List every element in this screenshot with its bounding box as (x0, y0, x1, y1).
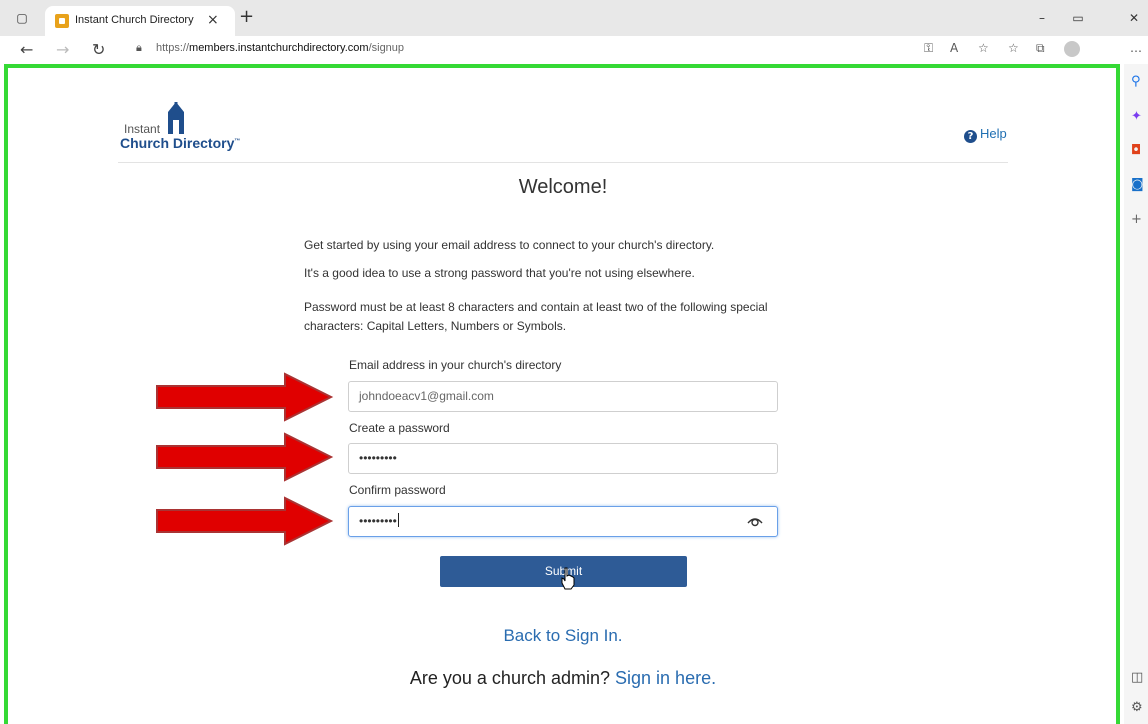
browser-toolbar: ← → ↻ 🔒︎ https://members.instantchurchdi… (0, 36, 1148, 64)
intro-text: Get started by using your email address … (304, 238, 715, 252)
logo-instant-text: Instant (124, 122, 161, 136)
url-text: https://members.instantchurchdirectory.c… (156, 42, 405, 54)
confirm-password-field[interactable]: ••••••••• (348, 506, 778, 537)
address-bar[interactable]: 🔒︎ https://members.instantchurchdirector… (126, 38, 908, 60)
admin-prompt: Are you a church admin? Sign in here. (0, 668, 1126, 689)
admin-sign-in-link[interactable]: Sign in here. (615, 668, 716, 688)
browser-tab-strip: ▢ Instant Church Directory × + – ▭ ✕ (0, 0, 1148, 36)
sparkle-icon[interactable]: ✦ (1131, 109, 1142, 124)
favorites-icon[interactable]: ☆ (1008, 41, 1019, 55)
annotation-arrow (156, 372, 334, 422)
favorite-add-icon[interactable]: ☆ (978, 41, 989, 55)
read-aloud-icon[interactable]: A (950, 41, 958, 55)
close-window-icon[interactable]: ✕ (1126, 10, 1142, 26)
church-logo-icon (168, 102, 184, 134)
edge-sidebar (1124, 64, 1148, 724)
settings-icon[interactable]: ⚙ (1131, 700, 1143, 715)
add-sidebar-icon[interactable]: + (1131, 212, 1142, 227)
favicon-icon (55, 14, 69, 28)
minimize-icon[interactable]: – (1034, 10, 1050, 26)
annotation-arrow (156, 496, 334, 546)
logo-church-text: Church Directory™ (120, 135, 241, 151)
tab-actions-icon[interactable]: ▢ (14, 10, 30, 26)
help-label: Help (980, 126, 1007, 141)
email-label: Email address in your church's directory (349, 358, 562, 372)
back-to-sign-in-link[interactable]: Back to Sign In. (0, 626, 1126, 646)
collections-icon[interactable]: ⧉ (1036, 41, 1045, 56)
refresh-icon[interactable]: ↻ (92, 40, 105, 59)
lock-icon: 🔒︎ (136, 41, 142, 54)
password-rules-text: Password must be at least 8 characters a… (304, 300, 768, 333)
header-divider (118, 162, 1008, 163)
annotation-arrow (156, 432, 334, 482)
search-icon[interactable]: ⚲ (1131, 74, 1141, 89)
help-link[interactable]: ? Help (964, 126, 1007, 143)
outlook-icon[interactable]: ◙ (1131, 177, 1144, 192)
new-tab-button[interactable]: + (239, 6, 254, 27)
admin-prompt-text: Are you a church admin? (409, 668, 610, 688)
help-icon: ? (964, 130, 977, 143)
restore-icon[interactable]: ▭ (1070, 10, 1086, 26)
password-field[interactable]: ••••••••• (348, 443, 778, 474)
text-caret (397, 513, 399, 527)
page-title: Welcome! (518, 176, 608, 198)
password-label: Create a password (349, 421, 450, 435)
tab-close-icon[interactable]: × (207, 12, 219, 28)
key-icon[interactable]: ⚿ (924, 41, 933, 56)
tab-title: Instant Church Directory (75, 14, 194, 26)
site-logo[interactable]: Instant Church Directory™ (120, 102, 260, 152)
profile-avatar[interactable] (1064, 41, 1080, 57)
show-password-icon[interactable] (746, 512, 764, 530)
browser-tab[interactable]: Instant Church Directory × (45, 6, 235, 36)
confirm-password-label: Confirm password (349, 483, 446, 497)
office-icon[interactable]: ◘ (1131, 143, 1141, 158)
hand-cursor-icon (561, 567, 575, 590)
more-icon[interactable]: … (1130, 41, 1142, 55)
sidebar-toggle-icon[interactable]: ◫ (1131, 670, 1143, 685)
password-tip-text: It's a good idea to use a strong passwor… (304, 266, 695, 280)
forward-icon[interactable]: → (56, 40, 69, 59)
back-icon[interactable]: ← (20, 40, 33, 59)
email-field[interactable]: johndoeacv1@gmail.com (348, 381, 778, 412)
